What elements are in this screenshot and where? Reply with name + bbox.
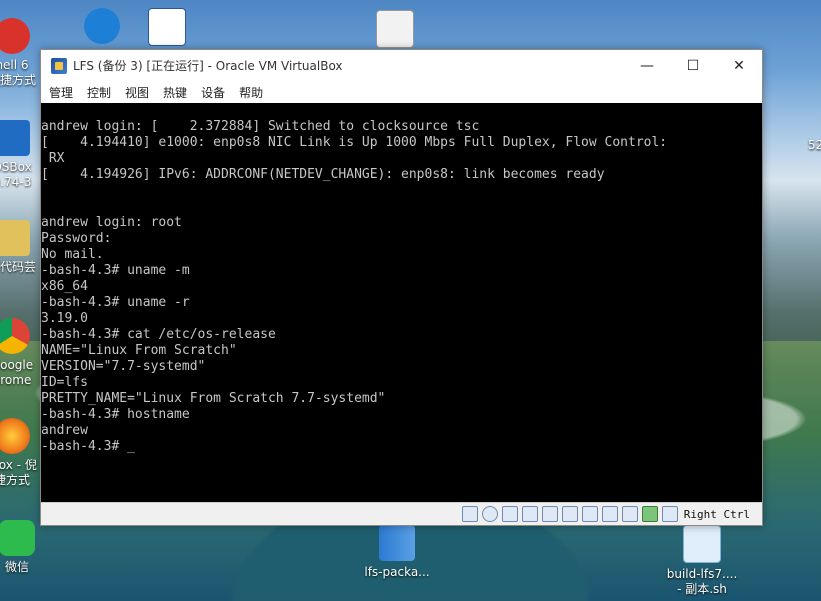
side-text: 52	[808, 138, 821, 152]
terminal-line: [ 4.194410] e1000: enp0s8 NIC Link is Up…	[41, 135, 668, 150]
terminal-line: -bash-4.3# uname -r	[41, 295, 190, 310]
chrome-icon	[0, 318, 30, 354]
desktop-icon-label: efox - 倪	[0, 458, 37, 472]
app-icon	[0, 120, 30, 156]
terminal-line: [ 4.194926] IPv6: ADDRCONF(NETDEV_CHANGE…	[41, 167, 605, 182]
virtualbox-window[interactable]: LFS (备份 3) [正在运行] - Oracle VM VirtualBox…	[40, 49, 763, 526]
window-controls: — ☐ ✕	[624, 50, 762, 81]
terminal-line: VERSION="7.7-systemd"	[41, 359, 206, 374]
terminal-prompt[interactable]: -bash-4.3# _	[41, 439, 667, 455]
desktop-icon-label: Google	[0, 358, 34, 372]
app-icon	[0, 18, 30, 54]
usb-icon[interactable]	[541, 506, 558, 522]
menu-control[interactable]: 控制	[87, 84, 111, 101]
script-file-icon	[683, 525, 721, 563]
close-button[interactable]: ✕	[716, 50, 762, 81]
menu-devices[interactable]: 设备	[201, 84, 225, 101]
terminal-line: NAME="Linux From Scratch"	[41, 343, 237, 358]
desktop-icon-label: hell 6	[0, 58, 29, 72]
terminal-line: RX	[41, 151, 65, 166]
desktop-icon-document[interactable]	[363, 10, 427, 52]
host-key-label: Right Ctrl	[683, 507, 750, 521]
desktop-icon-label: 快捷方式	[0, 73, 36, 87]
display-icon[interactable]	[581, 506, 598, 522]
wechat-icon	[0, 520, 35, 556]
terminal-line: -bash-4.3# cat /etc/os-release	[41, 327, 276, 342]
title-bar[interactable]: LFS (备份 3) [正在运行] - Oracle VM VirtualBox…	[41, 50, 762, 81]
desktop-icon-label: 微信	[4, 560, 29, 574]
menu-bar: 管理 控制 视图 热键 设备 帮助	[41, 81, 762, 103]
desktop-icon-label: lfs-packa...	[364, 565, 430, 579]
network-icon[interactable]	[521, 506, 538, 522]
desktop-icon-virtualbox[interactable]: OSBox 0.74-3	[0, 120, 44, 190]
desktop-icon-label: OSBox	[0, 160, 32, 174]
desktop-icon-chrome[interactable]: Google hrome	[0, 318, 44, 388]
desktop-icon-edge[interactable]	[70, 8, 134, 48]
terminal-line: andrew	[41, 423, 88, 438]
desktop-icon-label: 捷方式	[0, 473, 30, 487]
terminal-line: andrew login: root	[41, 215, 182, 230]
archive-icon	[379, 525, 415, 561]
minimize-button[interactable]: —	[624, 50, 670, 81]
edge-icon	[84, 8, 120, 44]
window-title: LFS (备份 3) [正在运行] - Oracle VM VirtualBox	[73, 59, 343, 73]
desktop-icon-wechat[interactable]: 微信	[0, 520, 49, 575]
menu-hotkeys[interactable]: 热键	[163, 84, 187, 101]
menu-manage[interactable]: 管理	[49, 84, 73, 101]
maximize-button[interactable]: ☐	[670, 50, 716, 81]
status-bar: Right Ctrl	[41, 502, 762, 525]
terminal-line: x86_64	[41, 279, 88, 294]
desktop-icon-label: 宋代码芸	[0, 260, 36, 274]
desktop-icon-label: build-lfs7....	[666, 567, 738, 581]
desktop-icon-folder[interactable]: 宋代码芸	[0, 220, 44, 275]
terminal-line: PRETTY_NAME="Linux From Scratch 7.7-syst…	[41, 391, 386, 406]
desktop-icon-shell[interactable]: hell 6 快捷方式	[0, 18, 44, 88]
terminal-line: -bash-4.3# hostname	[41, 407, 190, 422]
terminal-output: andrew login: [ 2.372884] Switched to cl…	[41, 119, 667, 455]
desktop-icon-lfs-package[interactable]: lfs-packa...	[362, 525, 432, 580]
terminal-line: andrew login: [ 2.372884] Switched to cl…	[41, 119, 480, 134]
desktop-icon-firefox[interactable]: efox - 倪 捷方式	[0, 418, 44, 488]
menu-help[interactable]: 帮助	[239, 84, 263, 101]
virtualbox-icon	[51, 57, 67, 74]
desktop-icon-build-script[interactable]: build-lfs7.... - 副本.sh	[664, 525, 740, 597]
terminal-line: ID=lfs	[41, 375, 88, 390]
terminal-line	[41, 183, 667, 199]
firefox-icon	[0, 418, 30, 454]
folder-icon	[0, 220, 30, 256]
desktop-icon-word[interactable]	[135, 8, 199, 50]
vm-display[interactable]: andrew login: [ 2.372884] Switched to cl…	[41, 103, 762, 502]
terminal-line: Password:	[41, 231, 112, 246]
optical-icon[interactable]	[481, 506, 498, 522]
desktop-icon-label: 0.74-3	[0, 175, 32, 189]
terminal-line: -bash-4.3# uname -m	[41, 263, 190, 278]
menu-view[interactable]: 视图	[125, 84, 149, 101]
recording-icon[interactable]	[601, 506, 618, 522]
cpu-icon[interactable]	[621, 506, 638, 522]
terminal-line	[41, 199, 667, 215]
document-icon	[376, 10, 414, 48]
terminal-line: No mail.	[41, 247, 104, 262]
mouse-icon[interactable]	[641, 506, 658, 522]
desktop-icon-label: - 副本.sh	[677, 582, 727, 596]
down-arrow-icon[interactable]	[661, 506, 678, 522]
desktop-icon-label: hrome	[0, 373, 32, 387]
terminal-line: 3.19.0	[41, 311, 88, 326]
hdd-icon[interactable]	[461, 506, 478, 522]
word-icon	[148, 8, 186, 46]
shared-folder-icon[interactable]	[561, 506, 578, 522]
audio-icon[interactable]	[501, 506, 518, 522]
